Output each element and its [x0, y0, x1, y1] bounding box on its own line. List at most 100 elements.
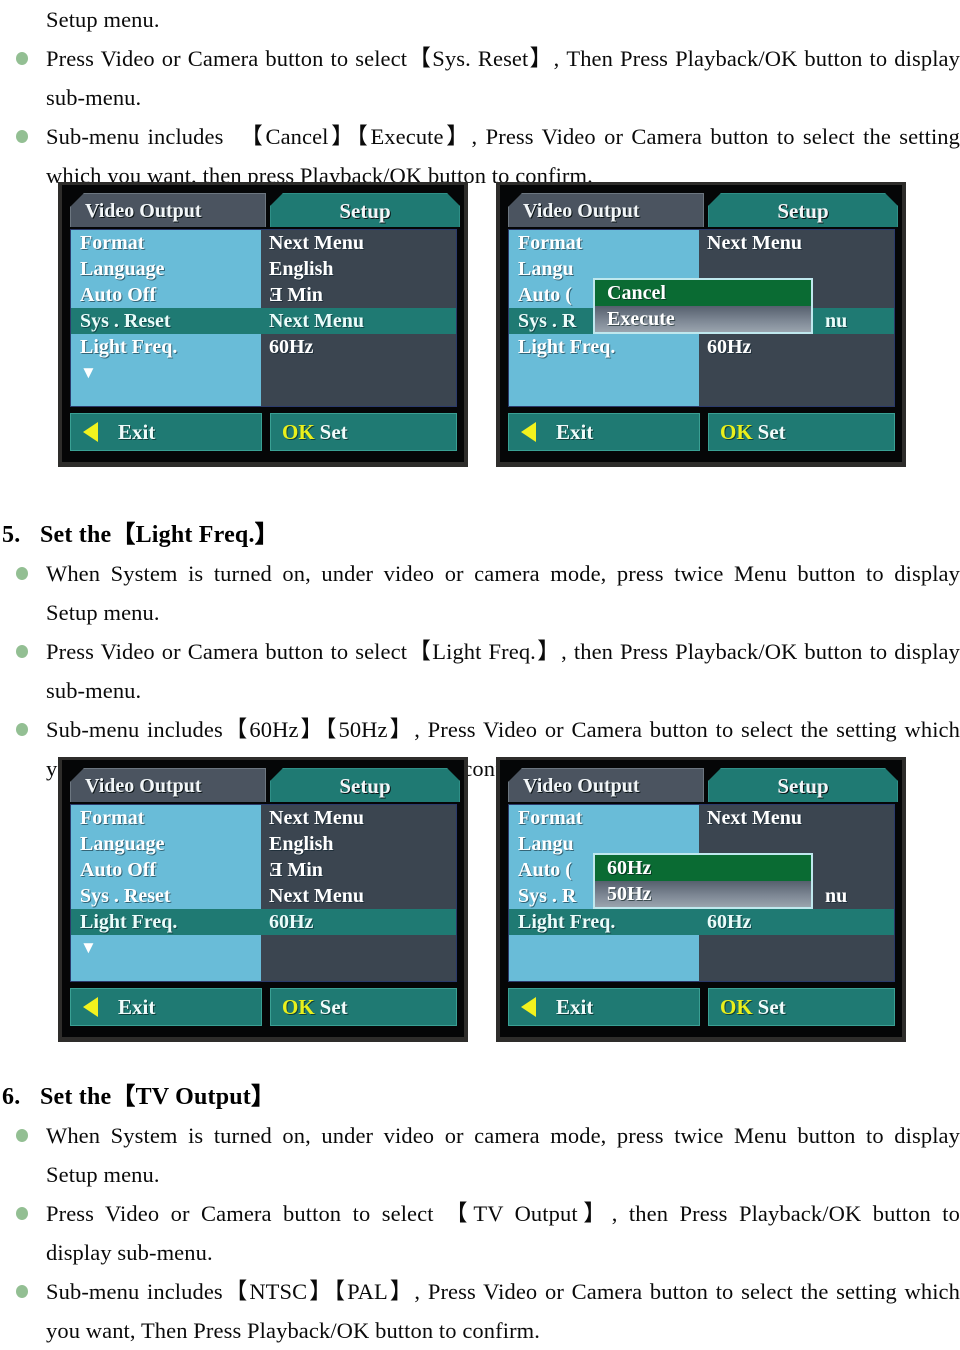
ok-set-label: Set: [319, 419, 348, 444]
exit-button-label: Exit: [118, 994, 156, 1019]
light-freq-submenu-popup[interactable]: 60Hz 50Hz: [593, 853, 813, 909]
section-6-title: Set the【TV Output】: [40, 1084, 276, 1110]
osd-screenshot-row-1: Video Output Setup Format Language Auto …: [0, 182, 960, 472]
left-triangle-icon: [83, 422, 98, 442]
menu-item-sys-reset[interactable]: Sys . Reset: [71, 883, 261, 909]
section-6-heading: 6. Set the【TV Output】: [0, 1078, 960, 1116]
submenu-option-60hz[interactable]: 60Hz: [595, 855, 811, 881]
menu-value-auto-off: Ǝ Min: [269, 859, 323, 881]
menu-item-light-freq[interactable]: Light Freq.: [71, 909, 261, 935]
ok-set-button[interactable]: OK Set: [270, 413, 457, 451]
tab-setup[interactable]: Setup: [708, 768, 898, 802]
bullet-paragraph: Sub-menu includes【NTSC】【PAL】, Press Vide…: [0, 1272, 960, 1350]
exit-button-label: Exit: [556, 994, 594, 1019]
tab-video-output[interactable]: Video Output: [508, 193, 704, 227]
section-6-number: 6.: [2, 1084, 21, 1110]
menu-item-light-freq[interactable]: Light Freq.: [509, 334, 699, 360]
text-line: Press Video or Camera button to select【S…: [46, 46, 960, 71]
submenu-option-execute[interactable]: Execute: [595, 306, 811, 332]
exit-button[interactable]: Exit: [70, 413, 262, 451]
menu-item-format[interactable]: Format: [71, 230, 261, 256]
menu-item-language[interactable]: Language: [71, 831, 261, 857]
text-line: Sub-menu includes【NTSC】【PAL】, Press Vide…: [46, 1279, 960, 1304]
menu-value-auto-off: Ǝ Min: [269, 284, 323, 306]
tab-setup[interactable]: Setup: [270, 768, 460, 802]
scroll-down-icon[interactable]: [509, 937, 699, 959]
bullet-paragraph: When System is turned on, under video or…: [0, 1116, 960, 1194]
osd-tab-bar: Video Output Setup: [508, 191, 895, 229]
ok-prefix-label: OK: [720, 994, 753, 1019]
text-line: Press Video or Camera button to select 【…: [46, 1201, 960, 1226]
ok-set-button[interactable]: OK Set: [270, 988, 457, 1026]
osd-button-bar: Exit OK Set: [70, 413, 457, 451]
tab-video-output[interactable]: Video Output: [508, 768, 704, 802]
text-line: Setup menu.: [46, 1162, 160, 1187]
ok-prefix-label: OK: [282, 994, 315, 1019]
menu-item-format[interactable]: Format: [71, 805, 261, 831]
menu-item-format[interactable]: Format: [509, 230, 699, 256]
ok-prefix-label: OK: [282, 419, 315, 444]
ok-prefix-label: OK: [720, 419, 753, 444]
bullet-paragraph: Press Video or Camera button to select【S…: [0, 39, 960, 117]
submenu-option-cancel[interactable]: Cancel: [595, 280, 811, 306]
text-line: When System is turned on, under video or…: [46, 1123, 960, 1148]
section-6-text-block: 6. Set the【TV Output】 When System is turn…: [0, 1078, 960, 1350]
tab-setup[interactable]: Setup: [708, 193, 898, 227]
osd-menu-body: Format Language Auto Off Sys . Reset Lig…: [70, 229, 457, 407]
ok-set-label: Set: [319, 994, 348, 1019]
menu-item-light-freq[interactable]: Light Freq.: [509, 909, 699, 935]
section-5-number: 5.: [2, 522, 21, 548]
text-line: Setup menu.: [46, 600, 160, 625]
osd-menu-body: Format Langu Auto ( Sys . R Light Freq. …: [508, 804, 895, 982]
tab-video-output[interactable]: Video Output: [70, 768, 266, 802]
text-line: sub-menu.: [46, 85, 142, 110]
bullet-icon: [16, 723, 28, 736]
exit-button-label: Exit: [556, 419, 594, 444]
exit-button[interactable]: Exit: [508, 413, 700, 451]
osd-button-bar: Exit OK Set: [508, 413, 895, 451]
left-triangle-icon: [83, 997, 98, 1017]
menu-item-auto-off[interactable]: Auto Off: [71, 857, 261, 883]
osd-tab-bar: Video Output Setup: [508, 766, 895, 804]
menu-item-language[interactable]: Language: [71, 256, 261, 282]
bullet-icon: [16, 1207, 28, 1220]
menu-item-sys-reset[interactable]: Sys . Reset: [71, 308, 261, 334]
osd-button-bar: Exit OK Set: [508, 988, 895, 1026]
bullet-icon: [16, 130, 28, 143]
bullet-icon: [16, 567, 28, 580]
scroll-down-icon[interactable]: [509, 362, 699, 384]
menu-item-light-freq[interactable]: Light Freq.: [71, 334, 261, 360]
tab-video-output[interactable]: Video Output: [70, 193, 266, 227]
osd-panel-sys-reset-submenu: Video Output Setup Format Langu Auto ( S…: [496, 182, 906, 467]
scroll-down-icon[interactable]: ▼: [71, 937, 261, 959]
menu-item-auto-off[interactable]: Auto Off: [71, 282, 261, 308]
osd-menu-labels-column: Format Language Auto Off Sys . Reset Lig…: [71, 230, 261, 406]
bullet-paragraph: Press Video or Camera button to select 【…: [0, 1194, 960, 1272]
section-5-text-block: 5. Set the【Light Freq.】 When System is tu…: [0, 516, 960, 788]
menu-value-format: Next Menu: [269, 232, 364, 254]
ok-set-button[interactable]: OK Set: [708, 988, 895, 1026]
osd-menu-body: Format Langu Auto ( Sys . R Light Freq. …: [508, 229, 895, 407]
submenu-option-50hz[interactable]: 50Hz: [595, 881, 811, 907]
left-triangle-icon: [521, 422, 536, 442]
text-line: sub-menu.: [46, 678, 142, 703]
osd-tab-bar: Video Output Setup: [70, 766, 457, 804]
scroll-down-icon[interactable]: ▼: [71, 362, 261, 384]
exit-button[interactable]: Exit: [70, 988, 262, 1026]
text-line: Sub-menu includes 【Cancel】【Execute】, Pre…: [46, 124, 960, 149]
ok-set-button[interactable]: OK Set: [708, 413, 895, 451]
menu-item-format[interactable]: Format: [509, 805, 699, 831]
menu-value-language: English: [269, 833, 334, 855]
text-line: When System is turned on, under video or…: [46, 561, 960, 586]
text-line: Press Video or Camera button to select【L…: [46, 639, 960, 664]
top-text-block: Setup menu. Press Video or Camera button…: [0, 0, 960, 195]
exit-button[interactable]: Exit: [508, 988, 700, 1026]
tab-setup[interactable]: Setup: [270, 193, 460, 227]
bullet-paragraph: When System is turned on, under video or…: [0, 554, 960, 632]
osd-tab-bar: Video Output Setup: [70, 191, 457, 229]
sys-reset-submenu-popup[interactable]: Cancel Execute: [593, 278, 813, 334]
ok-set-label: Set: [757, 994, 786, 1019]
bullet-icon: [16, 1129, 28, 1142]
ok-set-label: Set: [757, 419, 786, 444]
osd-menu-body: Format Language Auto Off Sys . Reset Lig…: [70, 804, 457, 982]
